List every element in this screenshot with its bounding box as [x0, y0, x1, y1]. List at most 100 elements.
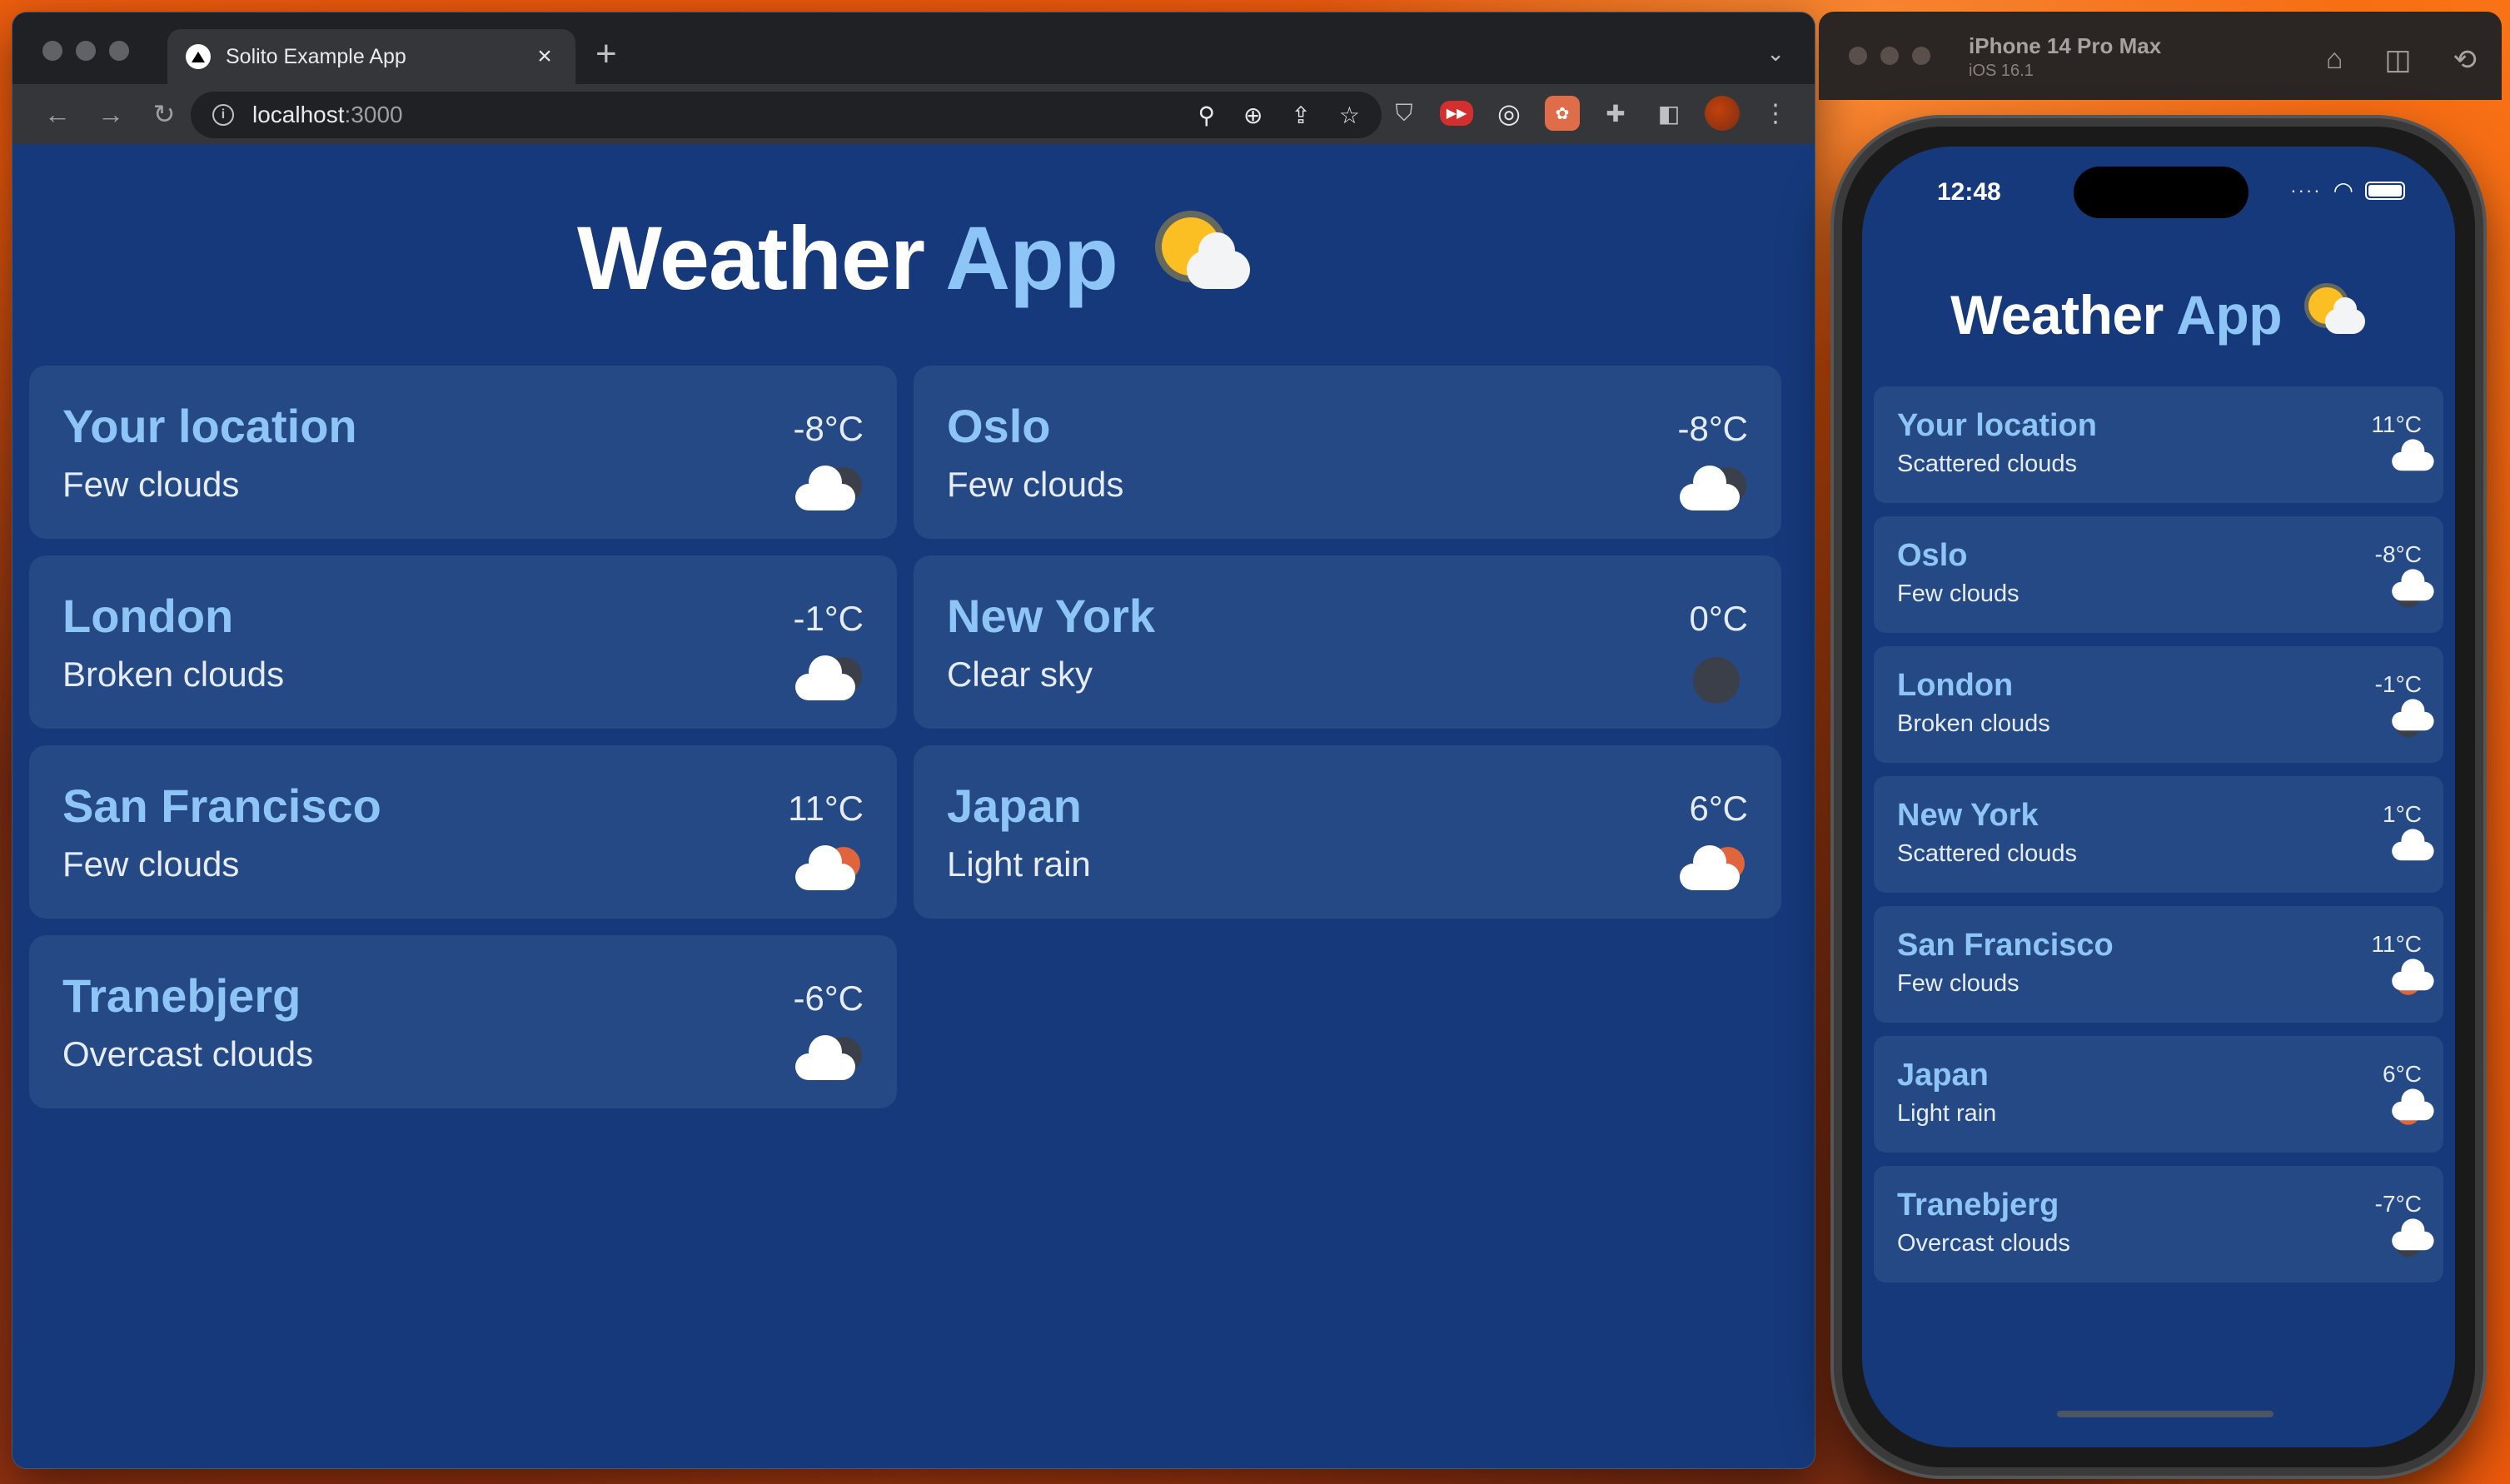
mobile-weather-card[interactable]: San Francisco Few clouds 11°C: [1874, 906, 2443, 1023]
sim-maximize-button[interactable]: [1912, 47, 1930, 65]
home-indicator[interactable]: [2057, 1411, 2273, 1417]
browser-window: Solito Example App × + ⌄ ← → ↻ i localho…: [12, 12, 1815, 1469]
share-icon[interactable]: ⇪: [1291, 102, 1310, 129]
cloud-icon: [2392, 439, 2434, 473]
wifi-icon: ◠: [2333, 177, 2353, 203]
cloud-night-icon: [795, 654, 865, 704]
cloud-sun-icon: [795, 844, 865, 894]
sim-minimize-button[interactable]: [1880, 47, 1899, 65]
rotate-icon[interactable]: ⟲: [2453, 43, 2478, 77]
weather-card[interactable]: Tranebjerg Overcast clouds -6°C: [29, 935, 897, 1108]
weather-card[interactable]: London Broken clouds -1°C: [29, 555, 897, 729]
card-temperature: -8°C: [2374, 541, 2422, 567]
tab-solito-example[interactable]: Solito Example App ×: [167, 29, 575, 84]
weather-card[interactable]: Your location Few clouds -8°C: [29, 366, 897, 539]
weather-card-grid: Your location Few clouds -8°C Oslo Few c…: [29, 366, 1781, 1108]
side-panel-icon[interactable]: ◧: [1651, 96, 1686, 131]
bookmark-star-icon[interactable]: ☆: [1339, 102, 1360, 129]
card-city: London: [62, 590, 234, 642]
title-accent: App: [945, 207, 1118, 308]
extensions-puzzle-icon[interactable]: ✚: [1598, 96, 1633, 131]
ublock-shield-icon[interactable]: ⛉: [1387, 96, 1422, 131]
title-main: Weather: [576, 207, 925, 308]
target-extension-icon[interactable]: ◎: [1492, 96, 1526, 131]
youtube-extension-icon[interactable]: ▶▶: [1440, 101, 1473, 126]
card-city: Japan: [947, 779, 1082, 832]
mobile-title-accent: App: [2176, 284, 2283, 346]
battery-icon: [2365, 181, 2405, 200]
weather-card[interactable]: Japan Light rain 6°C: [914, 745, 1781, 919]
card-description: Few clouds: [947, 465, 1124, 504]
card-description: Scattered clouds: [1897, 840, 2078, 867]
rain-sun-icon: [1680, 844, 1750, 894]
card-description: Few clouds: [1897, 970, 2019, 997]
mobile-weather-card[interactable]: Oslo Few clouds -8°C: [1874, 516, 2443, 633]
maximize-window-button[interactable]: [109, 41, 129, 61]
profile-avatar[interactable]: [1705, 96, 1740, 131]
new-tab-button[interactable]: +: [595, 36, 617, 72]
status-icons: ···· ◠: [2290, 177, 2405, 204]
tab-search-chevron-icon[interactable]: ⌄: [1766, 41, 1785, 67]
url-port: :3000: [344, 102, 403, 127]
card-temperature: 0°C: [1689, 599, 1749, 638]
window-controls: [42, 41, 129, 61]
card-city: Your location: [1897, 408, 2097, 443]
pixel-extension-icon[interactable]: ✿: [1545, 96, 1580, 131]
card-city: Oslo: [947, 400, 1051, 452]
simulator-os-version: iOS 16.1: [1969, 62, 2034, 80]
simulator-device-name: iPhone 14 Pro Max: [1969, 33, 2162, 58]
page-title: Weather App: [12, 206, 1815, 310]
mobile-page-title: Weather App: [1862, 283, 2455, 346]
more-menu-icon[interactable]: ⋮: [1758, 96, 1793, 131]
cloud-sun-icon: [2392, 959, 2434, 995]
web-page: Weather App Your location Few clouds -8°…: [12, 144, 1815, 1468]
close-window-button[interactable]: [42, 41, 62, 61]
location-pin-icon[interactable]: ⚲: [1198, 102, 1215, 129]
card-temperature: 6°C: [2383, 1061, 2422, 1087]
mobile-weather-card[interactable]: New York Scattered clouds 1°C: [1874, 776, 2443, 893]
dynamic-island: [2074, 167, 2249, 218]
weather-card[interactable]: New York Clear sky 0°C: [914, 555, 1781, 729]
card-description: Clear sky: [947, 655, 1093, 694]
cloud-night-icon: [795, 1033, 865, 1083]
forward-button[interactable]: →: [84, 99, 137, 130]
card-city: San Francisco: [1897, 928, 2114, 963]
card-city: London: [1897, 668, 2014, 703]
card-temperature: 11°C: [2371, 931, 2422, 957]
reload-button[interactable]: ↻: [137, 98, 191, 130]
card-city: Japan: [1897, 1058, 1989, 1093]
card-temperature: 6°C: [1689, 789, 1749, 828]
mobile-weather-card[interactable]: Japan Light rain 6°C: [1874, 1036, 2443, 1153]
home-icon[interactable]: ⌂: [2326, 43, 2343, 77]
card-description: Few clouds: [62, 844, 240, 884]
card-description: Broken clouds: [62, 655, 285, 694]
weather-card[interactable]: San Francisco Few clouds 11°C: [29, 745, 897, 919]
mobile-weather-list: Your location Scattered clouds 11°C Oslo…: [1874, 386, 2443, 1282]
simulator-title-bar: iPhone 14 Pro Max iOS 16.1 ⌂ ◫ ⟲: [1819, 12, 2502, 100]
status-time: 12:48: [1937, 178, 2001, 206]
card-temperature: -7°C: [2374, 1191, 2422, 1217]
cloud-icon: [2392, 829, 2434, 863]
site-info-icon[interactable]: i: [212, 104, 234, 126]
card-temperature: 11°C: [2371, 411, 2422, 437]
card-temperature: -8°C: [1677, 409, 1748, 448]
cloud-night-icon: [2392, 569, 2434, 608]
simulator-window-controls: [1849, 47, 1930, 65]
address-bar[interactable]: i localhost:3000 ⚲ ⊕ ⇪ ☆: [191, 92, 1382, 138]
weather-card[interactable]: Oslo Few clouds -8°C: [914, 366, 1781, 539]
mobile-weather-card[interactable]: London Broken clouds -1°C: [1874, 646, 2443, 763]
sim-close-button[interactable]: [1849, 47, 1867, 65]
close-tab-icon[interactable]: ×: [532, 42, 557, 71]
mobile-weather-card[interactable]: Tranebjerg Overcast clouds -7°C: [1874, 1166, 2443, 1282]
mobile-weather-card[interactable]: Your location Scattered clouds 11°C: [1874, 386, 2443, 503]
browser-toolbar: ← → ↻ i localhost:3000 ⚲ ⊕ ⇪ ☆ ⛉ ▶▶ ◎ ✿ …: [12, 84, 1815, 144]
cellular-signal-icon: ····: [2290, 179, 2322, 201]
card-temperature: -8°C: [793, 409, 864, 448]
rain-sun-icon: [2392, 1088, 2434, 1125]
back-button[interactable]: ←: [31, 99, 84, 130]
minimize-window-button[interactable]: [76, 41, 96, 61]
screenshot-camera-icon[interactable]: ◫: [2384, 43, 2411, 77]
cloud-night-icon: [795, 464, 865, 514]
zoom-icon[interactable]: ⊕: [1243, 102, 1262, 129]
iphone-device: 12:48 ···· ◠ Weather App Your location S…: [1834, 118, 2483, 1476]
